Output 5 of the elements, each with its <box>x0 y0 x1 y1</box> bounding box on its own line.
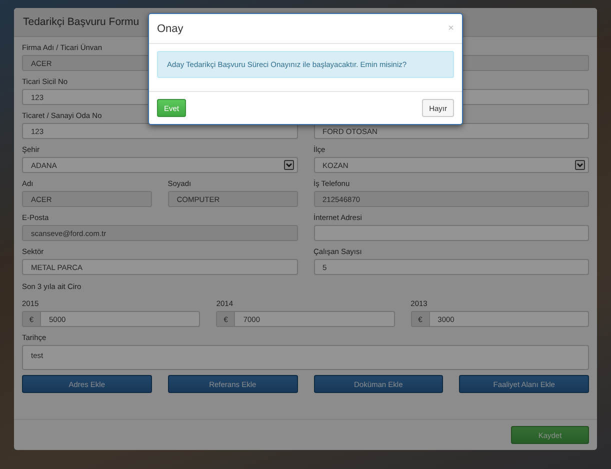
chevron-down-icon <box>284 160 294 170</box>
dialog-title: Onay <box>157 22 184 34</box>
form-title: Tedarikçi Başvuru Formu <box>23 16 140 28</box>
input-field[interactable] <box>314 225 589 241</box>
chevron-down-icon <box>575 160 585 170</box>
